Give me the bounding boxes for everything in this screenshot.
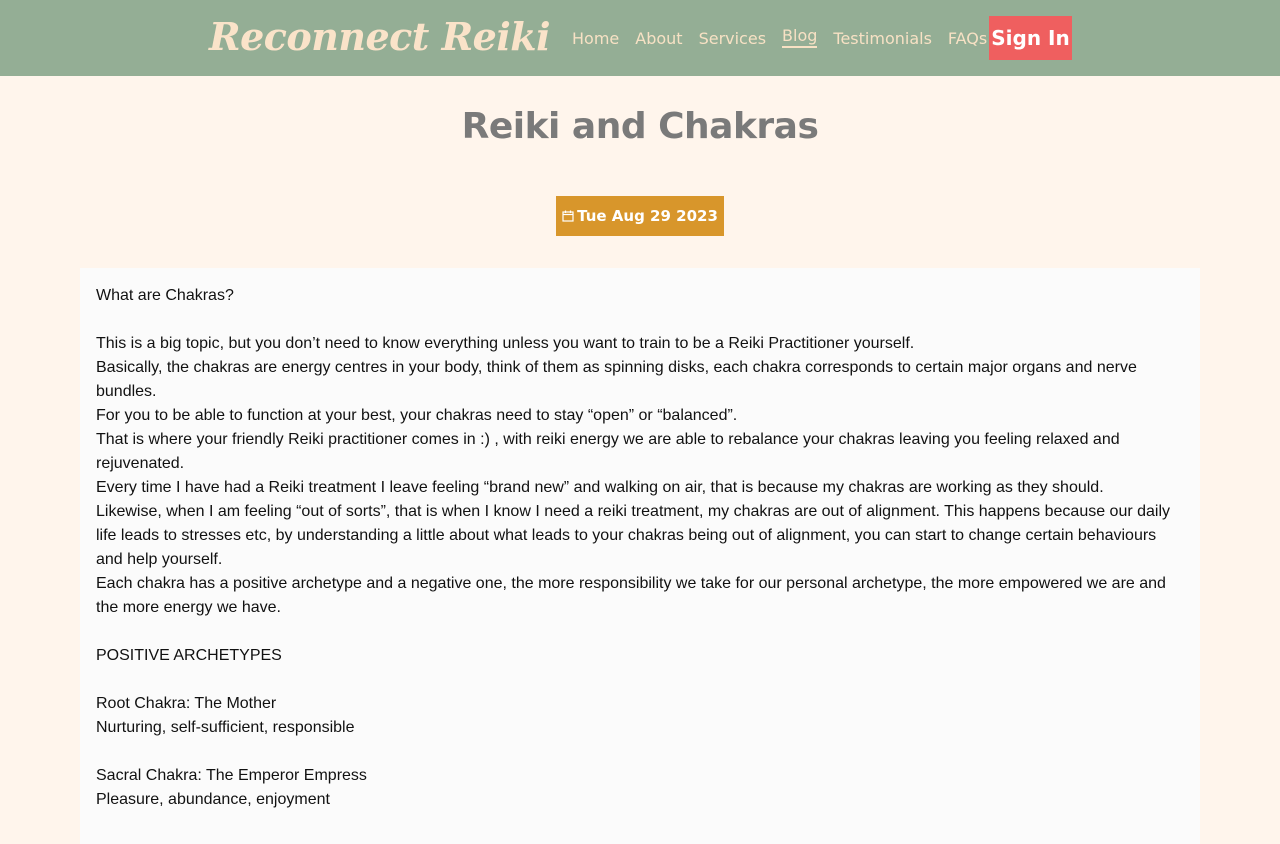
- post-paragraph: Likewise, when I am feeling “out of sort…: [96, 503, 1171, 568]
- post-title: Reiki and Chakras: [461, 106, 819, 147]
- post-date: Tue Aug 29 2023: [577, 207, 718, 225]
- post-paragraph: What are Chakras?: [96, 287, 234, 304]
- post-paragraph: Sacral Chakra: The Emperor Empress: [96, 767, 367, 784]
- post-paragraph: Nurturing, self-sufficient, responsible: [96, 719, 355, 736]
- nav-link-blog[interactable]: Blog: [782, 26, 818, 48]
- post-paragraph: Each chakra has a positive archetype and…: [96, 575, 1166, 616]
- post-paragraph: Basically, the chakras are energy centre…: [96, 359, 1137, 400]
- nav-links: Home About Services Blog Testimonials FA…: [572, 0, 1003, 76]
- brand-logo[interactable]: Reconnect Reiki: [209, 14, 551, 59]
- top-navbar: Reconnect Reiki Home About Services Blog…: [0, 0, 1280, 76]
- post-paragraph: POSITIVE ARCHETYPES: [96, 647, 282, 664]
- post-date-badge: Tue Aug 29 2023: [556, 196, 724, 236]
- nav-link-services[interactable]: Services: [699, 29, 766, 48]
- post-paragraph: That is where your friendly Reiki practi…: [96, 431, 1120, 472]
- post-paragraph: Every time I have had a Reiki treatment …: [96, 479, 1104, 496]
- post-paragraph: This is a big topic, but you don’t need …: [96, 335, 915, 352]
- post-paragraph: Pleasure, abundance, enjoyment: [96, 791, 330, 808]
- calendar-icon: [562, 210, 574, 222]
- sign-in-button[interactable]: Sign In: [989, 16, 1072, 60]
- post-content: What are Chakras? This is a big topic, bu…: [80, 268, 1200, 844]
- post-paragraph: Root Chakra: The Mother: [96, 695, 277, 712]
- nav-link-home[interactable]: Home: [572, 29, 619, 48]
- nav-link-testimonials[interactable]: Testimonials: [833, 29, 932, 48]
- post-paragraph: For you to be able to function at your b…: [96, 407, 738, 424]
- nav-link-faqs[interactable]: FAQs: [948, 29, 987, 48]
- nav-link-about[interactable]: About: [635, 29, 682, 48]
